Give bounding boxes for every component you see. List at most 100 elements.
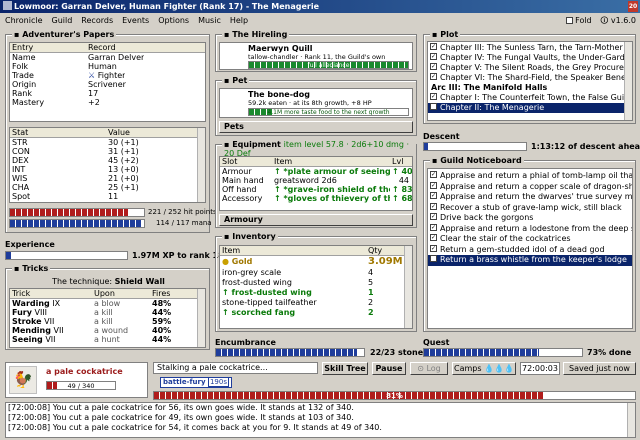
notice-item[interactable]: ✓ Clear the stair of the cockatrices	[428, 234, 632, 245]
papers-stat-list[interactable]: Stat Value STR 30 (+1) CON 31 (+1) DEX 45 (+2…	[9, 127, 206, 203]
tricks-list[interactable]: Trick Upon Fires Warding IX a blow 48% Fury…	[9, 288, 206, 348]
tricks-header-fires[interactable]: Fires	[150, 289, 170, 298]
equipment-row[interactable]: Accessory ↑ *gloves of thievery of the r.…	[220, 194, 412, 203]
plot-chapter[interactable]: Chapter II: The Menagerie	[428, 103, 632, 113]
inventory-row[interactable]: frost-dusted wing 5	[220, 278, 412, 288]
inventory-row[interactable]: ● Gold 3.09M	[220, 256, 412, 268]
stats-header-stat[interactable]: Stat	[10, 128, 106, 137]
stat-row[interactable]: CHA 25 (+1)	[10, 183, 205, 192]
notice-item[interactable]: Return a brass whistle from the keeper's…	[428, 255, 632, 266]
stat-row[interactable]: Spot 11	[10, 192, 205, 201]
inventory-header-qty[interactable]: Qty	[366, 246, 382, 255]
notice-item[interactable]: ✓ Appraise and return the dwarves' true s…	[428, 192, 632, 203]
menu-chronicle[interactable]: Chronicle	[5, 16, 43, 25]
papers-row[interactable]: Trade ⚔ Fighter	[10, 71, 205, 80]
inventory-row[interactable]: iron-grey scale 4	[220, 268, 412, 278]
notice-checkbox[interactable]: ✓	[430, 223, 437, 231]
papers-record-list[interactable]: Entry Record Name Garran Delver Folk Human T…	[9, 42, 206, 122]
equipment-row[interactable]: Main hand greatsword 2d6 44	[220, 176, 412, 185]
combat-log[interactable]: [72:00:08] You cut a pale cockatrice for…	[5, 402, 636, 438]
notice-item[interactable]: ✓ Return a gem-studded idol of a dead god	[428, 244, 632, 256]
plot-chapter[interactable]: ✓ Chapter V: The Silent Roads, the Grey P…	[428, 63, 632, 73]
notice-item[interactable]: ✓ Appraise and return a copper scale of d…	[428, 181, 632, 193]
menu-events[interactable]: Events	[122, 16, 149, 25]
equipment-header-slot[interactable]: Slot	[220, 157, 272, 166]
stat-row[interactable]: STR 30 (+1)	[10, 138, 205, 147]
plot-list[interactable]: ✓ Chapter III: The Sunless Tarn, the Tarn…	[427, 41, 633, 121]
notice-item[interactable]: ✓ Drive back the gorgons	[428, 213, 632, 224]
tricks-header-trick[interactable]: Trick	[10, 289, 92, 298]
papers-row[interactable]: Folk Human	[10, 62, 205, 71]
inventory-row[interactable]: stone-tipped tailfeather 2	[220, 298, 412, 308]
trick-row[interactable]: Mending VII a wound 40%	[10, 326, 205, 335]
plot-checkbox[interactable]: ✓	[430, 73, 437, 80]
stat-row[interactable]: WIS 21 (+0)	[10, 174, 205, 183]
menu-help[interactable]: Help	[230, 16, 248, 25]
plot-chapter[interactable]: ✓ Chapter VI: The Shard-Field, the Speake…	[428, 73, 632, 83]
papers-row[interactable]: Origin Scrivener	[10, 80, 205, 89]
skill-tree-button[interactable]: Skill Tree	[322, 362, 368, 375]
tricks-scrollbar[interactable]	[197, 289, 205, 347]
plot-checkbox[interactable]: ✓	[430, 93, 437, 100]
papers-header-record[interactable]: Record	[86, 43, 116, 52]
inventory-row[interactable]: ↑ frost-dusted wing 1	[220, 288, 412, 298]
equipment-list[interactable]: Slot Item Lvl Armour ↑ *plate armour of s…	[219, 156, 413, 211]
plot-checkbox[interactable]: ✓	[430, 43, 437, 50]
menu-music[interactable]: Music	[198, 16, 221, 25]
pause-button[interactable]: Pause	[372, 362, 406, 375]
tricks-header-upon[interactable]: Upon	[92, 289, 150, 298]
log-button[interactable]: ⊙ Log	[410, 362, 448, 375]
plot-checkbox[interactable]: ✓	[430, 63, 437, 70]
trick-row[interactable]: Fury VIII a kill 44%	[10, 308, 205, 317]
menu-records[interactable]: Records	[81, 16, 113, 25]
papers-row[interactable]: Rank 17	[10, 89, 205, 98]
inventory-list[interactable]: Item Qty ● Gold 3.09M iron-grey scale 4 fros…	[219, 245, 413, 329]
plot-chapter[interactable]: ✓ Chapter I: The Counterfeit Town, the Fa…	[428, 93, 632, 103]
notice-checkbox[interactable]: ✓	[430, 234, 437, 241]
camps-button[interactable]: Camps 💧💧💧	[452, 362, 516, 375]
plot-checkbox[interactable]: ✓	[430, 53, 437, 60]
stat-row[interactable]: CON 31 (+1)	[10, 147, 205, 156]
trick-row[interactable]: Stroke VII a kill 59%	[10, 317, 205, 326]
notice-checkbox[interactable]: ✓	[430, 192, 437, 199]
noticeboard-list[interactable]: ✓ Appraise and return a phial of tomb-lam…	[427, 168, 633, 329]
plot-checkbox[interactable]	[430, 103, 437, 110]
fold-toggle[interactable]: Fold	[575, 16, 592, 25]
notice-checkbox[interactable]: ✓	[430, 171, 437, 178]
notice-checkbox[interactable]	[430, 255, 437, 262]
notice-checkbox[interactable]: ✓	[430, 244, 437, 252]
inventory-scrollbar[interactable]	[404, 246, 412, 328]
stats-scrollbar[interactable]	[197, 128, 205, 202]
inventory-header-item[interactable]: Item	[220, 246, 366, 255]
notice-item[interactable]: ✓ Appraise and return a lodestone from th…	[428, 223, 632, 235]
save-status-button[interactable]: Saved just now	[563, 362, 636, 375]
papers-header-entry[interactable]: Entry	[10, 43, 86, 52]
plot-chapter[interactable]: ✓ Chapter III: The Sunless Tarn, the Tarn…	[428, 43, 632, 53]
pets-button[interactable]: Pets	[219, 121, 413, 133]
armoury-button[interactable]: Armoury	[219, 214, 413, 226]
notice-checkbox[interactable]: ✓	[430, 202, 437, 210]
window-title-bar[interactable]: Lowmoor: Garran Delver, Human Fighter (R…	[0, 0, 640, 13]
equipment-row[interactable]: Off hand ↑ *grave-iron shield of the h...…	[220, 185, 412, 194]
menu-options[interactable]: Options	[158, 16, 189, 25]
stat-row[interactable]: INT 13 (+0)	[10, 165, 205, 174]
inventory-row[interactable]: ↑ scorched fang 2	[220, 308, 412, 318]
equipment-header-item[interactable]: Item	[272, 157, 390, 166]
notice-checkbox[interactable]: ✓	[430, 181, 437, 189]
plot-chapter[interactable]: ✓ Chapter IV: The Fungal Vaults, the Unde…	[428, 53, 632, 63]
notice-item[interactable]: ✓ Recover a stub of grave-lamp wick, stil…	[428, 202, 632, 214]
notice-checkbox[interactable]: ✓	[430, 213, 437, 220]
stat-row[interactable]: DEX 45 (+2)	[10, 156, 205, 165]
trick-row[interactable]: Seeing VII a hunt 44%	[10, 335, 205, 344]
papers-row[interactable]: Name Garran Delver	[10, 53, 205, 62]
equipment-header-lvl[interactable]: Lvl	[390, 157, 403, 166]
papers-row[interactable]: Mastery +2	[10, 98, 205, 107]
log-scrollbar[interactable]	[627, 403, 635, 437]
plot-scrollbar[interactable]	[624, 42, 632, 120]
stats-header-value[interactable]: Value	[106, 128, 130, 137]
notification-badge[interactable]: 20	[628, 1, 638, 12]
equipment-row[interactable]: Armour ↑ *plate armour of seeing ↑ 40	[220, 167, 412, 176]
trick-row[interactable]: Warding IX a blow 48%	[10, 299, 205, 308]
plot-arc-heading[interactable]: Arc III: The Manifold Halls	[428, 83, 632, 93]
menu-guild[interactable]: Guild	[52, 16, 73, 25]
